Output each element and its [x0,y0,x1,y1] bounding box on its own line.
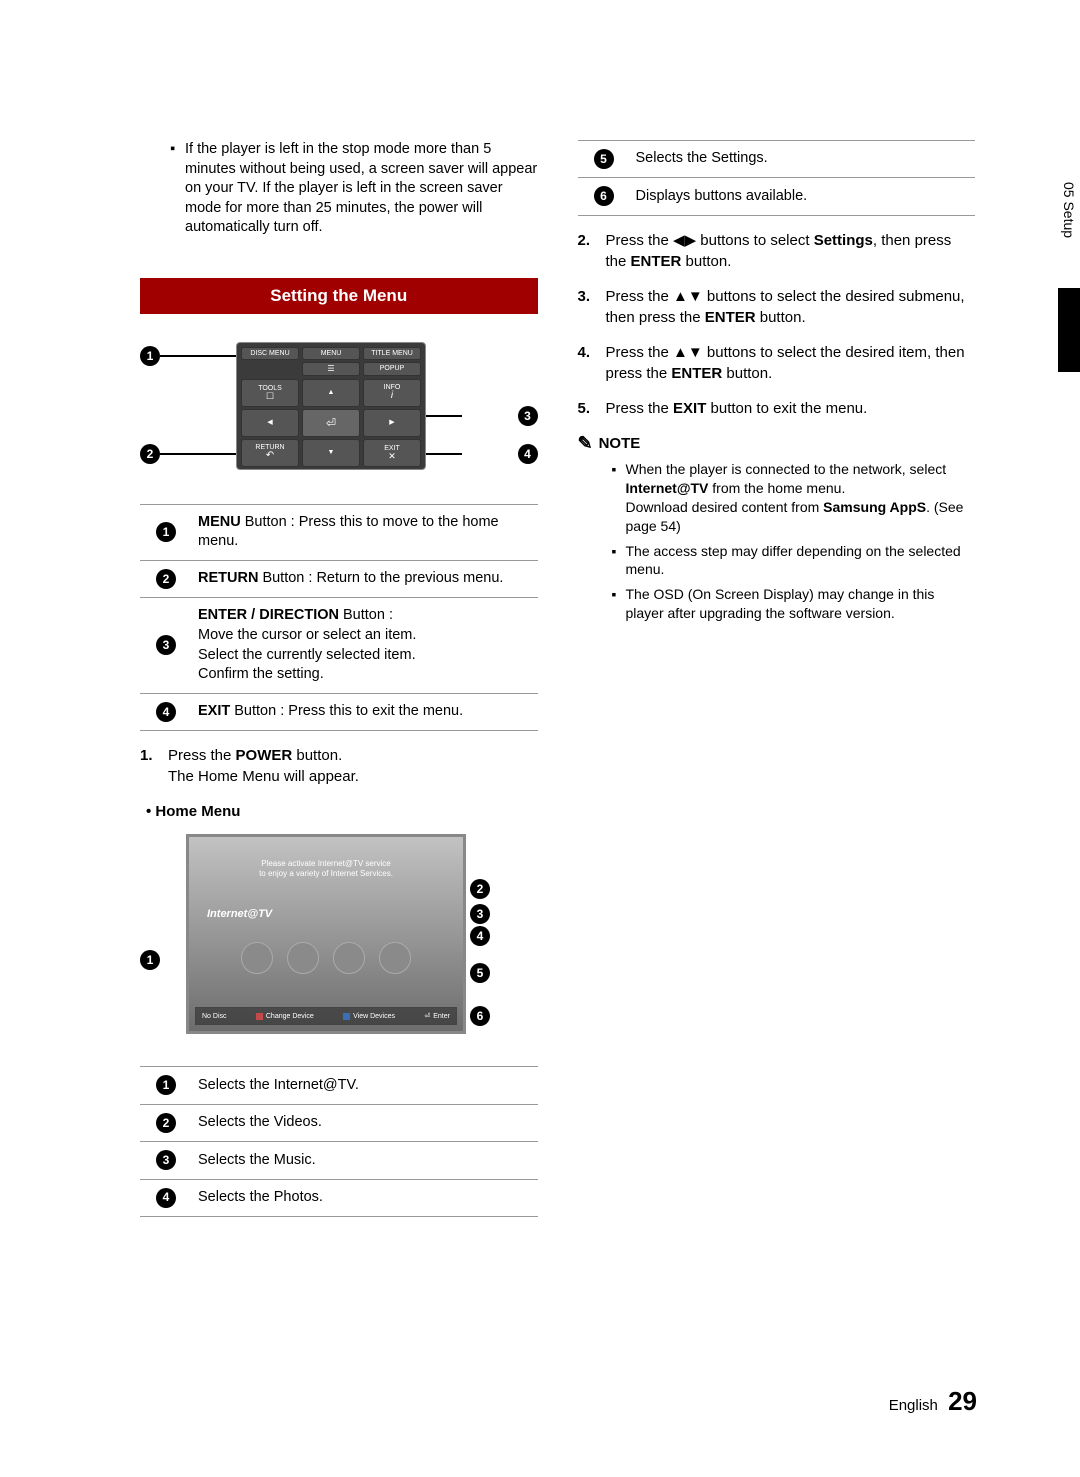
tv-banner: Please activate Internet@TV service to e… [197,859,455,878]
tv-bottom-bar: No Disc Change Device View Devices ⏎ Ent… [195,1007,457,1025]
step-3: 3.Press the ▲▼ buttons to select the des… [578,286,976,328]
table-row: 6Displays buttons available. [578,178,976,215]
note-item: The OSD (On Screen Display) may change i… [578,585,976,623]
table-row: 3Selects the Music. [140,1142,538,1179]
table-row: 5Selects the Settings. [578,141,976,178]
note-item: When the player is connected to the netw… [578,460,976,536]
page-footer: English 29 [889,1386,977,1417]
btn-home-icon: ☰ [302,362,360,376]
settings-icon [379,942,411,974]
manual-page: 05 Setup If the player is left in the st… [0,0,1080,1477]
btn-up: ▲ [302,379,360,407]
remote-description-table: 1MENU Button : Press this to move to the… [140,504,538,731]
callout-2: 2 [140,444,160,464]
home-menu-diagram: 1 2 3 4 5 6 Please activate Internet@TV … [140,834,538,1044]
screensaver-note: If the player is left in the stop mode m… [140,140,538,238]
chapter-label: 05 Setup [1061,182,1077,238]
step-text: Press the POWER button.The Home Menu wil… [168,745,359,787]
note-icon: ✎ [578,433,593,454]
note-heading: ✎ NOTE [578,433,976,454]
home-menu-description-table: 1Selects the Internet@TV.2Selects the Vi… [140,1066,538,1217]
btn-popup: POPUP [363,362,421,376]
btn-title-menu: TITLE MENU [363,347,421,360]
hm-callout-5: 5 [470,963,490,983]
bar-view-devices: View Devices [343,1013,395,1020]
hm-callout-6: 6 [470,1006,490,1026]
callout-1: 1 [140,346,160,366]
chapter-tab: 05 Setup [1058,165,1080,255]
btn-exit: EXIT✕ [363,439,421,467]
table-row: 4EXIT Button : Press this to exit the me… [140,693,538,730]
callout-4: 4 [518,444,538,464]
table-row: 4Selects the Photos. [140,1179,538,1216]
remote-diagram: 1 2 3 4 DISC MENU MENU TITLE MENU ☰ [140,342,538,482]
bar-no-disc: No Disc [202,1013,227,1020]
video-icon [241,942,273,974]
btn-return: RETURN↶ [241,439,299,467]
btn-enter: ⏎ [302,409,360,437]
hm-callout-4: 4 [470,926,490,946]
section-setting-the-menu: Setting the Menu [140,278,538,314]
home-menu-description-table-cont: 5Selects the Settings.6Displays buttons … [578,140,976,216]
table-row: 3ENTER / DIRECTION Button :Move the curs… [140,598,538,693]
hm-callout-1: 1 [140,950,160,970]
step-5: 5.Press the EXIT button to exit the menu… [578,398,976,419]
btn-tools: TOOLS☐ [241,379,299,407]
footer-language: English [889,1397,938,1414]
tv-icon-row [197,942,455,974]
table-row: 2Selects the Videos. [140,1104,538,1141]
remote-control: DISC MENU MENU TITLE MENU ☰ POPUP TOOLS☐… [236,342,426,470]
music-icon [287,942,319,974]
note-item: The access step may differ depending on … [578,542,976,580]
bar-change-device: Change Device [256,1013,314,1020]
photo-icon [333,942,365,974]
step-number: 1. [140,745,160,787]
hm-callout-3: 3 [470,904,490,924]
note-label: NOTE [599,435,641,452]
btn-menu-top: MENU [302,347,360,360]
btn-left: ◀ [241,409,299,437]
footer-page-number: 29 [948,1386,977,1416]
table-row: 1Selects the Internet@TV. [140,1067,538,1104]
hm-callout-2: 2 [470,879,490,899]
table-row: 1MENU Button : Press this to move to the… [140,504,538,560]
callout-3: 3 [518,406,538,426]
step-1: 1. Press the POWER button.The Home Menu … [140,745,538,787]
left-column: If the player is left in the stop mode m… [140,140,538,1217]
btn-right: ▶ [363,409,421,437]
tv-brand-label: Internet@TV [207,908,455,920]
btn-disc-menu: DISC MENU [241,347,299,360]
step-2: 2.Press the ◀▶ buttons to select Setting… [578,230,976,272]
home-menu-heading: • Home Menu [140,803,538,820]
btn-info: INFOi [363,379,421,407]
bar-enter: ⏎ Enter [424,1012,450,1020]
tv-screenshot: Please activate Internet@TV service to e… [186,834,466,1034]
section-tab-marker [1058,288,1080,372]
step-4: 4.Press the ▲▼ buttons to select the des… [578,342,976,384]
right-column: 5Selects the Settings.6Displays buttons … [578,140,976,1217]
btn-down: ▼ [302,439,360,467]
table-row: 2RETURN Button : Return to the previous … [140,560,538,597]
